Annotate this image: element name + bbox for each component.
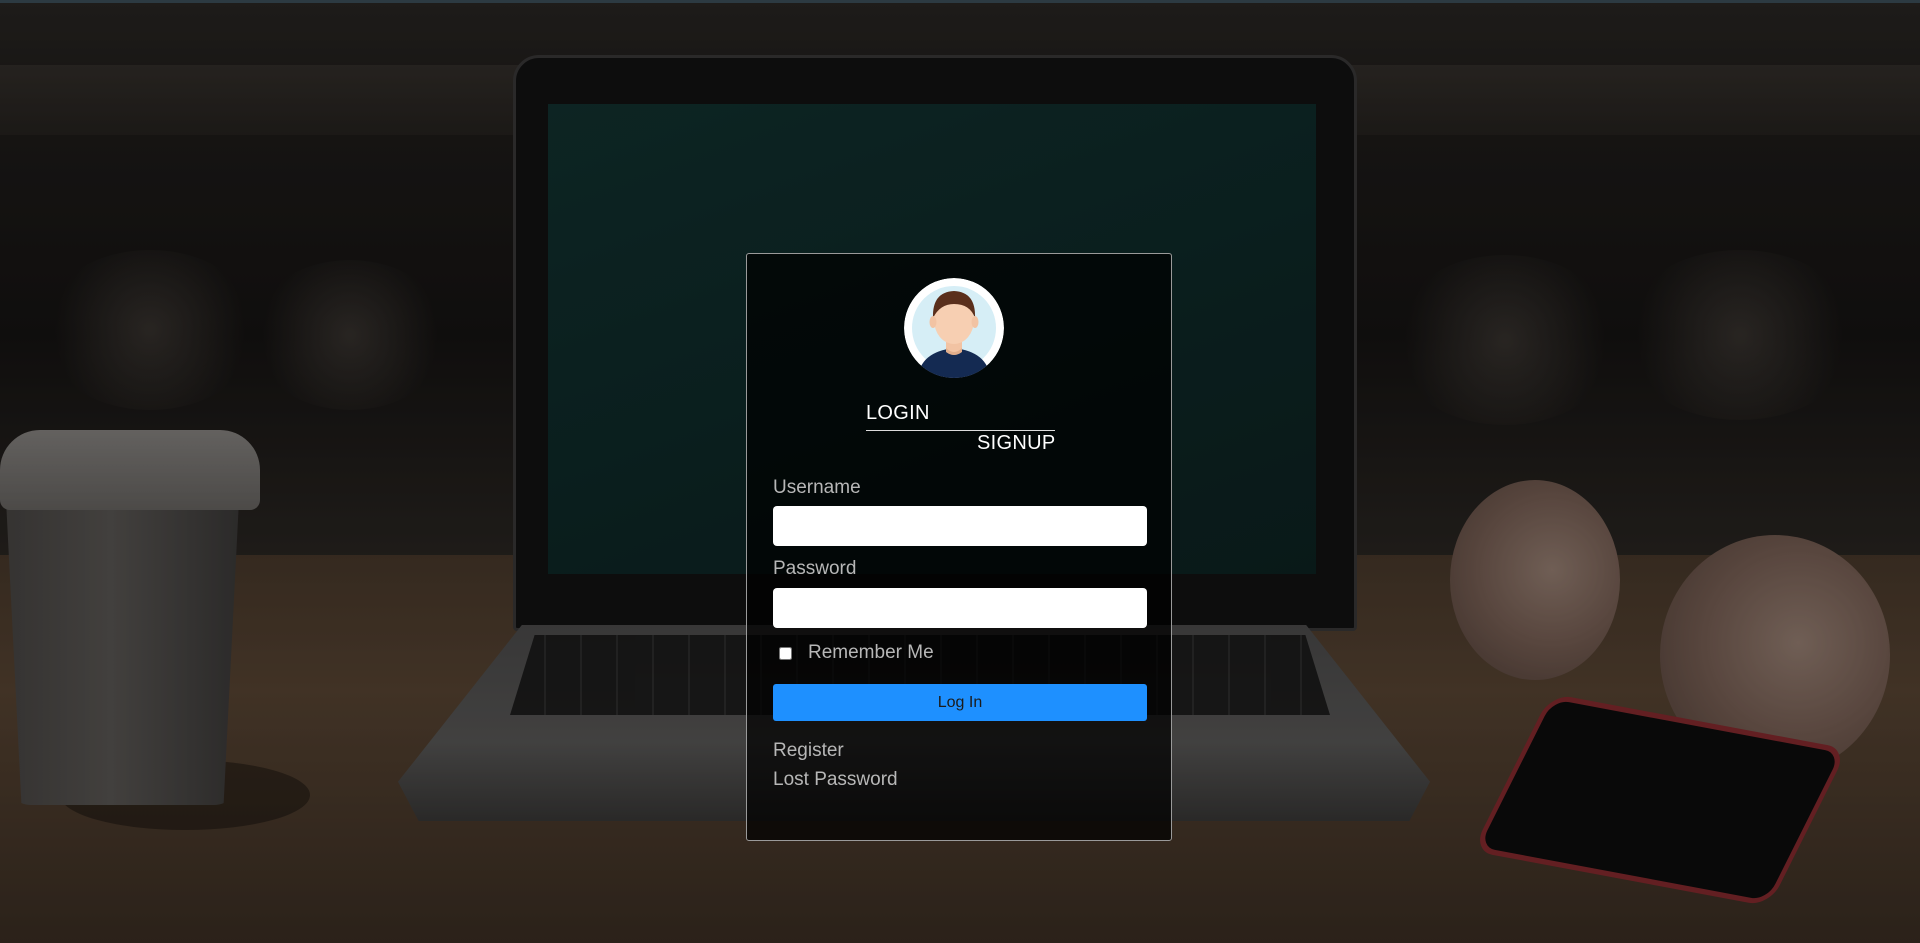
lost-password-link[interactable]: Lost Password [773, 769, 898, 791]
username-label: Username [773, 477, 861, 498]
password-label: Password [773, 558, 857, 579]
tab-divider [866, 430, 1055, 431]
top-strip [0, 0, 1920, 3]
tab-signup[interactable]: SIGNUP [977, 432, 1055, 455]
password-input[interactable] [773, 588, 1147, 628]
username-input[interactable] [773, 506, 1147, 546]
remember-me-checkbox[interactable] [779, 646, 792, 660]
log-in-button[interactable]: Log In [773, 684, 1147, 721]
register-link[interactable]: Register [773, 740, 844, 762]
remember-me-label: Remember Me [808, 642, 934, 663]
tab-login[interactable]: LOGIN [866, 402, 930, 425]
user-avatar-icon [904, 278, 1004, 378]
login-card: LOGIN SIGNUP Username Password Remember … [746, 253, 1172, 841]
remember-me-row: Remember Me [779, 642, 934, 664]
